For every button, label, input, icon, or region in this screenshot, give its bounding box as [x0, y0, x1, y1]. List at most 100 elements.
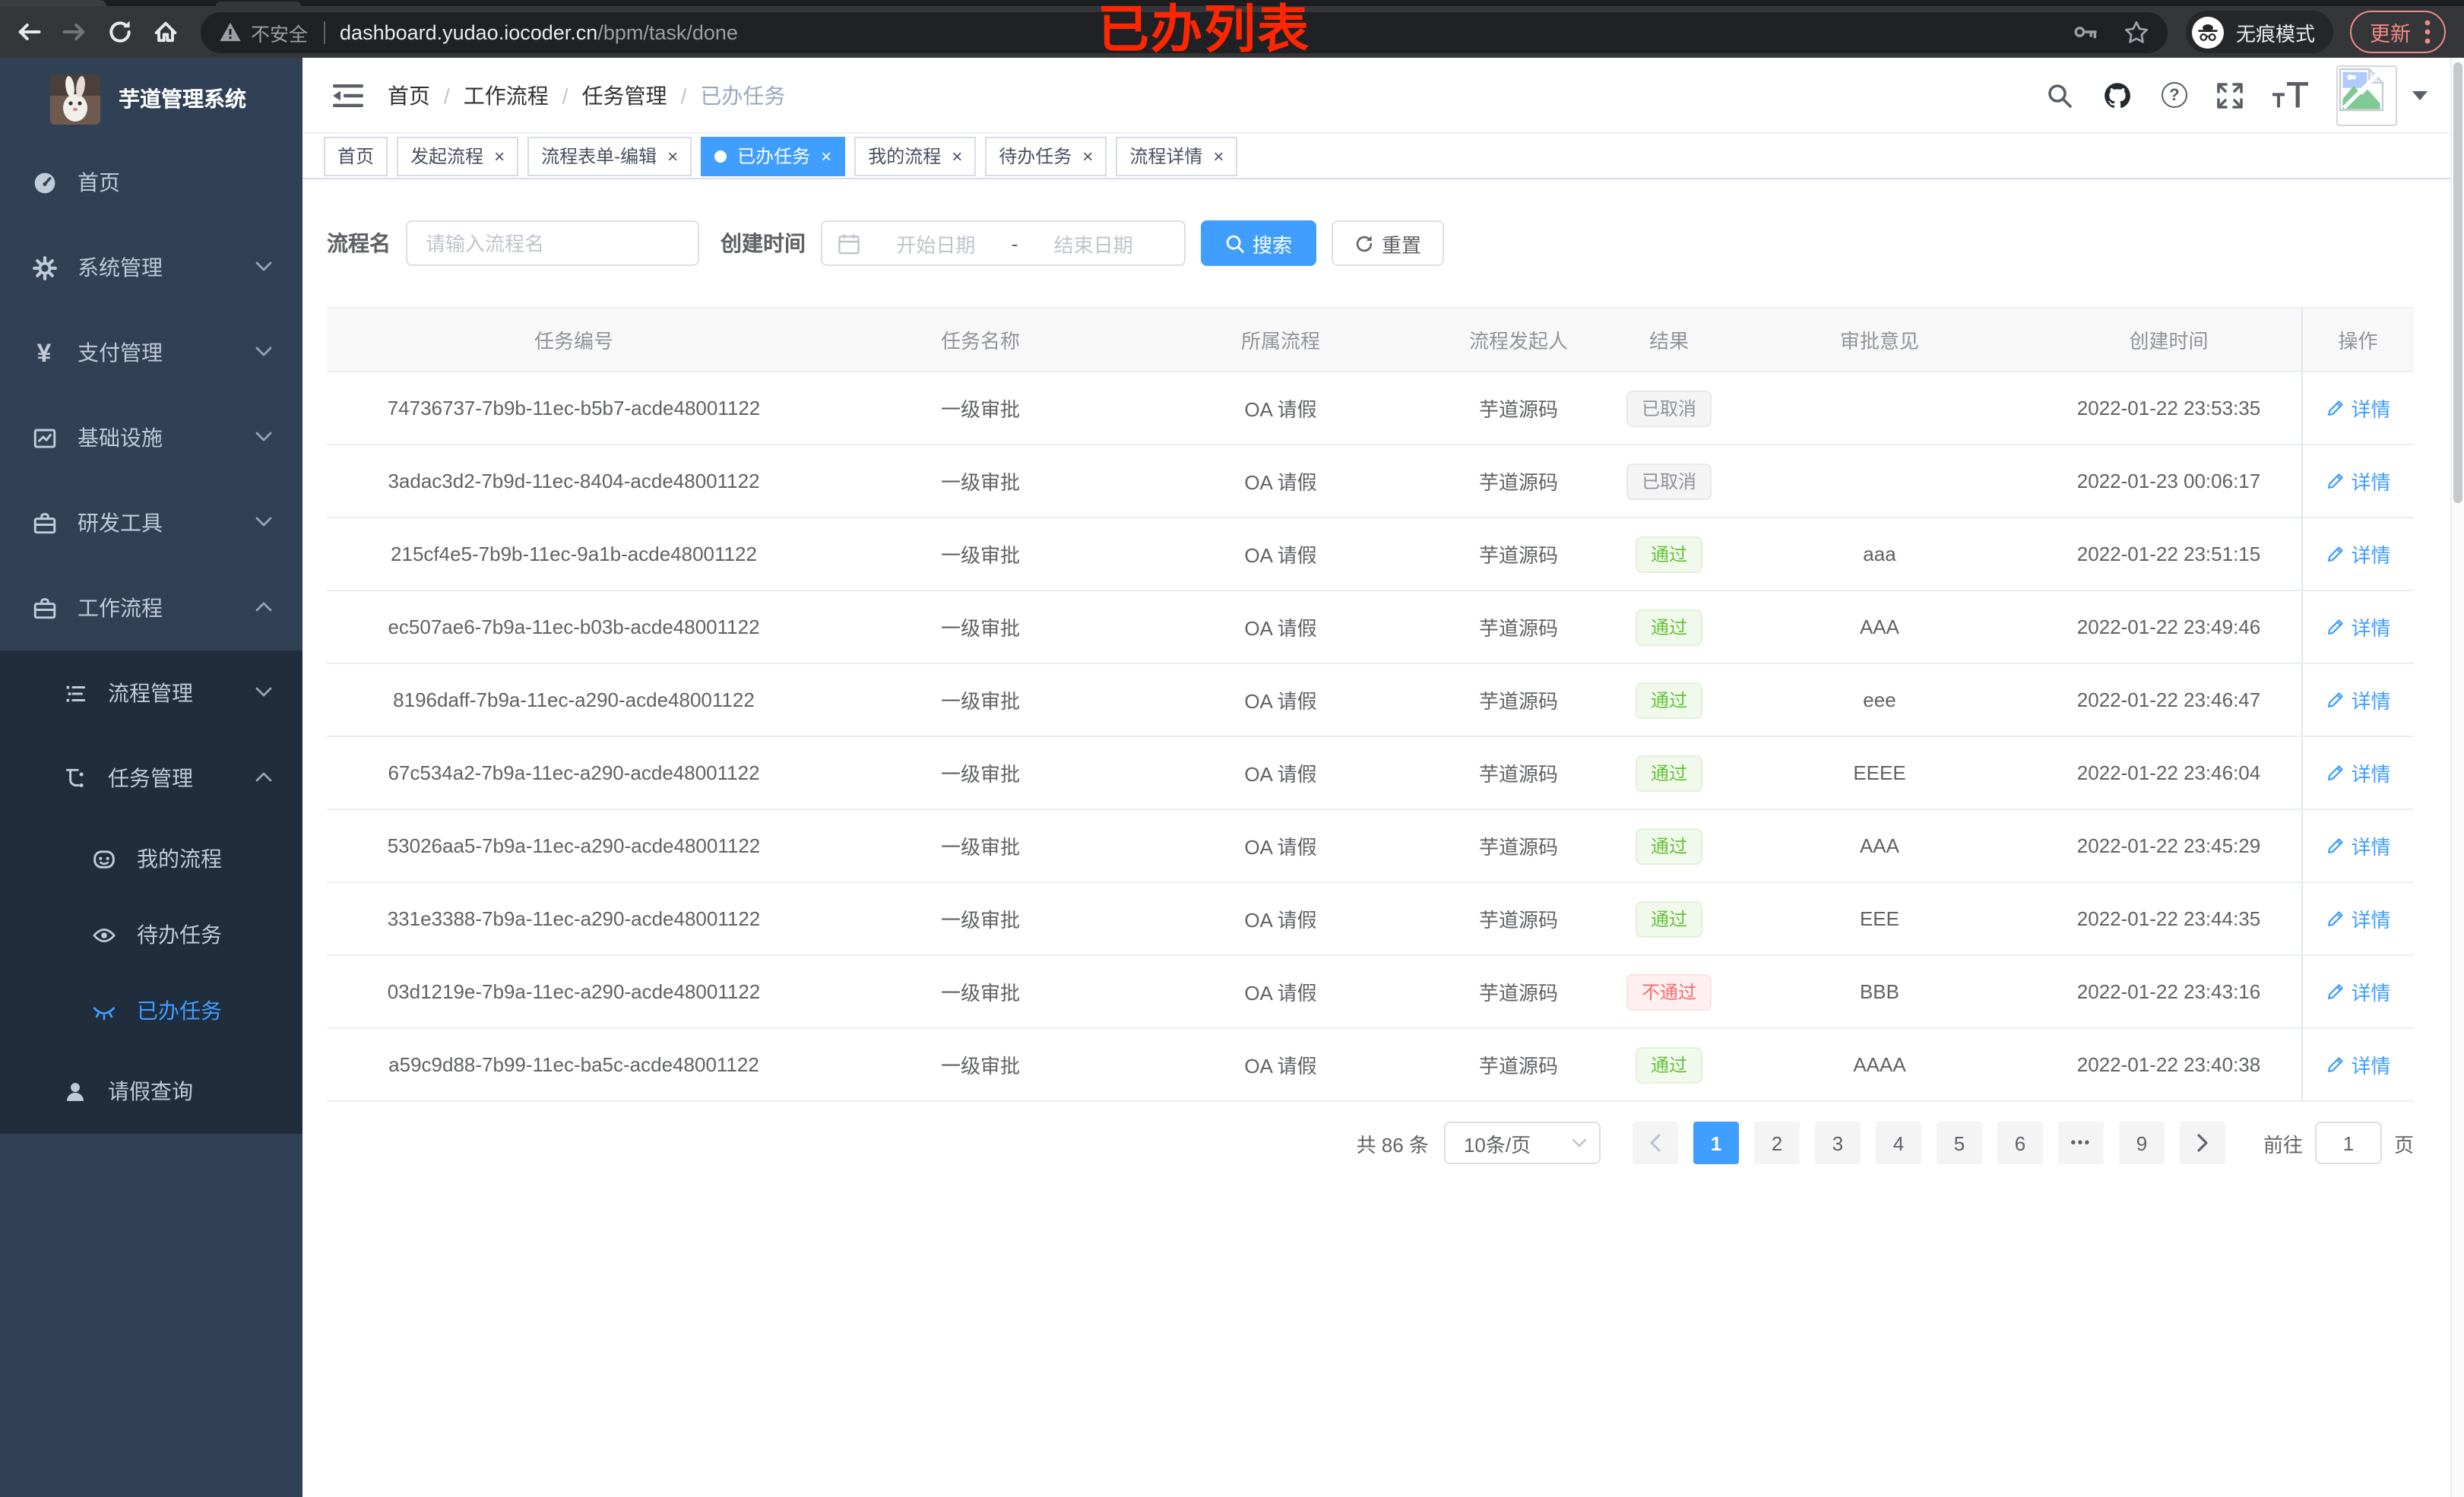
- app-logo-row[interactable]: 芋道管理系统: [0, 58, 302, 140]
- detail-button[interactable]: 详情: [2325, 467, 2391, 495]
- detail-button[interactable]: 详情: [2325, 977, 2391, 1006]
- more-pages-button[interactable]: •••: [2057, 1122, 2104, 1164]
- font-size-icon[interactable]: [2272, 82, 2309, 108]
- tab-done-tasks[interactable]: 已办任务 ×: [701, 136, 846, 176]
- browser-menu-dots-icon[interactable]: [2424, 20, 2431, 44]
- breadcrumb-separator: /: [444, 83, 450, 107]
- forward-icon[interactable]: [52, 9, 97, 55]
- browser-tab[interactable]: [0, 0, 106, 6]
- password-key-icon[interactable]: [2072, 18, 2099, 46]
- sidebar-collapse-icon[interactable]: [333, 81, 363, 109]
- detail-button[interactable]: 详情: [2325, 394, 2391, 423]
- bookmark-star-icon[interactable]: [2124, 19, 2149, 45]
- help-icon[interactable]: ?: [2162, 82, 2187, 108]
- status-badge: 已取消: [1626, 390, 1712, 426]
- sidebar-item-task-management[interactable]: 任务管理: [0, 736, 302, 821]
- breadcrumb-workflow[interactable]: 工作流程: [464, 80, 549, 110]
- avatar-caret-icon[interactable]: [2412, 90, 2428, 100]
- detail-button[interactable]: 详情: [2325, 904, 2391, 933]
- cell-starter: 芋道源码: [1421, 517, 1616, 591]
- sidebar-item-infrastructure[interactable]: 基础设施: [0, 395, 302, 480]
- start-date-placeholder[interactable]: 开始日期: [860, 229, 1012, 258]
- detail-button[interactable]: 详情: [2325, 612, 2391, 641]
- app-title: 芋道管理系统: [119, 87, 246, 111]
- back-icon[interactable]: [6, 9, 52, 55]
- date-range-picker[interactable]: 开始日期 - 结束日期: [821, 220, 1186, 266]
- fullscreen-icon[interactable]: [2216, 81, 2244, 109]
- cell-process: OA 请假: [1140, 955, 1421, 1029]
- update-label[interactable]: 更新: [2370, 17, 2411, 47]
- detail-button[interactable]: 详情: [2325, 540, 2391, 568]
- search-icon[interactable]: [2046, 81, 2073, 109]
- breadcrumb-task-management[interactable]: 任务管理: [582, 80, 667, 110]
- search-button[interactable]: 搜索: [1201, 220, 1316, 266]
- cell-process: OA 请假: [1140, 882, 1421, 956]
- detail-button[interactable]: 详情: [2325, 685, 2391, 714]
- avatar[interactable]: [2336, 65, 2397, 125]
- tab-home[interactable]: 首页: [324, 136, 388, 176]
- status-badge: 通过: [1635, 828, 1702, 864]
- scrollbar-thumb[interactable]: [2453, 62, 2462, 503]
- sidebar-item-my-process[interactable]: 我的流程: [0, 821, 302, 897]
- incognito-icon: [2191, 16, 2224, 48]
- detail-button[interactable]: 详情: [2325, 831, 2391, 860]
- cell-starter: 芋道源码: [1421, 663, 1616, 737]
- insecure-label[interactable]: 不安全: [251, 17, 308, 46]
- browser-update-button[interactable]: 更新: [2350, 11, 2446, 53]
- page-button-4[interactable]: 4: [1875, 1122, 1921, 1164]
- tab-todo-tasks[interactable]: 待办任务 ×: [985, 136, 1107, 176]
- reset-button[interactable]: 重置: [1332, 220, 1444, 266]
- close-icon[interactable]: ×: [821, 147, 831, 165]
- cell-starter: 芋道源码: [1421, 445, 1616, 518]
- tab-process-detail[interactable]: 流程详情 ×: [1116, 136, 1238, 176]
- page-button-9[interactable]: 9: [2118, 1122, 2165, 1164]
- tab-process-form-edit[interactable]: 流程表单-编辑 ×: [527, 136, 692, 176]
- scrollbar-track[interactable]: [2450, 58, 2464, 1497]
- detail-button[interactable]: 详情: [2325, 758, 2391, 787]
- sidebar-item-home[interactable]: 首页: [0, 140, 302, 225]
- page-button-3[interactable]: 3: [1814, 1122, 1861, 1164]
- cell-comment: aaa: [1722, 517, 2037, 591]
- search-icon: [1225, 233, 1245, 253]
- url-path[interactable]: /bpm/task/done: [597, 21, 738, 43]
- sidebar-item-payment[interactable]: ¥ 支付管理: [0, 310, 302, 395]
- sidebar-item-label: 首页: [78, 170, 120, 195]
- close-icon[interactable]: ×: [1213, 147, 1224, 165]
- incognito-badge[interactable]: 无痕模式: [2185, 11, 2333, 53]
- cell-comment: [1722, 372, 2037, 445]
- sidebar-item-workflow[interactable]: 工作流程: [0, 565, 302, 650]
- page-button-6[interactable]: 6: [1997, 1122, 2043, 1164]
- process-name-input[interactable]: [406, 220, 699, 266]
- page-size-select[interactable]: 10条/页: [1443, 1122, 1601, 1164]
- close-icon[interactable]: ×: [952, 147, 962, 165]
- close-icon[interactable]: ×: [667, 147, 678, 165]
- sidebar-item-system[interactable]: 系统管理: [0, 225, 302, 310]
- sidebar-item-label: 已办任务: [137, 999, 222, 1023]
- cell-task-name: 一级审批: [821, 372, 1140, 445]
- close-icon[interactable]: ×: [494, 147, 505, 165]
- insecure-warning-icon[interactable]: [219, 21, 242, 43]
- close-icon[interactable]: ×: [1082, 147, 1093, 165]
- cell-result: 通过: [1616, 1028, 1722, 1102]
- detail-button[interactable]: 详情: [2325, 1050, 2391, 1079]
- sidebar-item-dev-tools[interactable]: 研发工具: [0, 480, 302, 565]
- page-button-1[interactable]: 1: [1693, 1122, 1739, 1164]
- cell-result: 通过: [1616, 882, 1722, 956]
- goto-page-input[interactable]: [2314, 1122, 2382, 1164]
- reload-icon[interactable]: [97, 9, 143, 55]
- sidebar-item-process-management[interactable]: 流程管理: [0, 650, 302, 736]
- prev-page-button[interactable]: [1632, 1122, 1678, 1164]
- page-button-2[interactable]: 2: [1753, 1122, 1800, 1164]
- sidebar-item-done-tasks[interactable]: 已办任务: [0, 973, 302, 1049]
- sidebar-item-leave-query[interactable]: 请假查询: [0, 1049, 302, 1134]
- breadcrumb-home[interactable]: 首页: [388, 80, 430, 110]
- url-host[interactable]: dashboard.yudao.iocoder.cn: [340, 21, 597, 43]
- sidebar-item-todo-tasks[interactable]: 待办任务: [0, 897, 302, 973]
- end-date-placeholder[interactable]: 结束日期: [1018, 229, 1169, 258]
- tab-my-process[interactable]: 我的流程 ×: [854, 136, 977, 176]
- home-icon[interactable]: [143, 9, 188, 55]
- tab-start-process[interactable]: 发起流程 ×: [397, 136, 519, 176]
- next-page-button[interactable]: [2179, 1122, 2225, 1164]
- page-button-5[interactable]: 5: [1936, 1122, 1982, 1164]
- github-icon[interactable]: [2102, 80, 2133, 110]
